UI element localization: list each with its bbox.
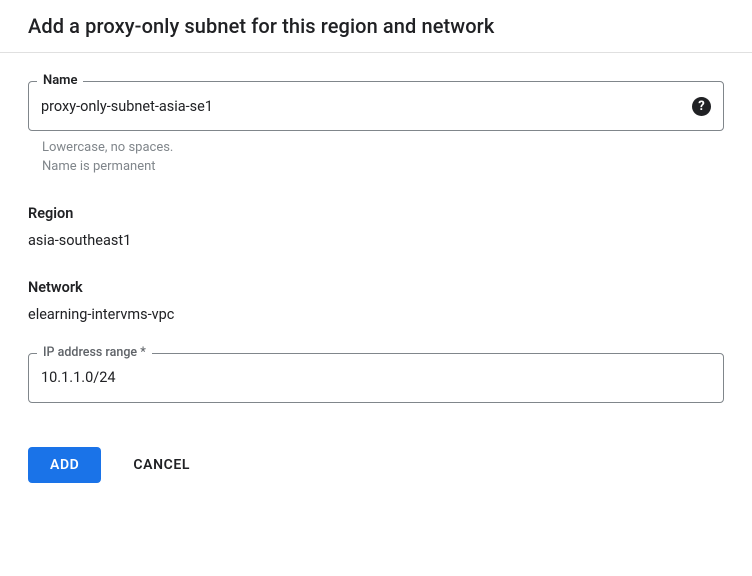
- name-helper-text: Lowercase, no spaces. Name is permanent: [42, 139, 724, 177]
- network-label: Network: [28, 279, 724, 296]
- region-section: Region asia-southeast1: [28, 205, 724, 249]
- add-button[interactable]: ADD: [28, 447, 101, 483]
- name-field[interactable]: Name ?: [28, 81, 724, 131]
- network-value: elearning-intervms-vpc: [28, 306, 724, 323]
- ip-range-label: IP address range *: [37, 345, 152, 360]
- help-icon[interactable]: ?: [692, 97, 711, 116]
- cancel-button[interactable]: CANCEL: [133, 457, 190, 473]
- dialog-header: Add a proxy-only subnet for this region …: [0, 0, 752, 53]
- action-buttons: ADD CANCEL: [28, 447, 724, 483]
- ip-range-field[interactable]: IP address range *: [28, 353, 724, 403]
- region-label: Region: [28, 205, 724, 222]
- ip-range-field-group: IP address range *: [28, 353, 724, 403]
- name-field-group: Name ? Lowercase, no spaces. Name is per…: [28, 81, 724, 177]
- dialog-content: Name ? Lowercase, no spaces. Name is per…: [0, 53, 752, 511]
- network-section: Network elearning-intervms-vpc: [28, 279, 724, 323]
- name-input[interactable]: [41, 98, 692, 115]
- name-field-label: Name: [37, 73, 83, 88]
- ip-range-input[interactable]: [41, 369, 711, 386]
- page-title: Add a proxy-only subnet for this region …: [28, 14, 724, 38]
- helper-line-1: Lowercase, no spaces.: [42, 139, 724, 158]
- helper-line-2: Name is permanent: [42, 158, 724, 177]
- region-value: asia-southeast1: [28, 232, 724, 249]
